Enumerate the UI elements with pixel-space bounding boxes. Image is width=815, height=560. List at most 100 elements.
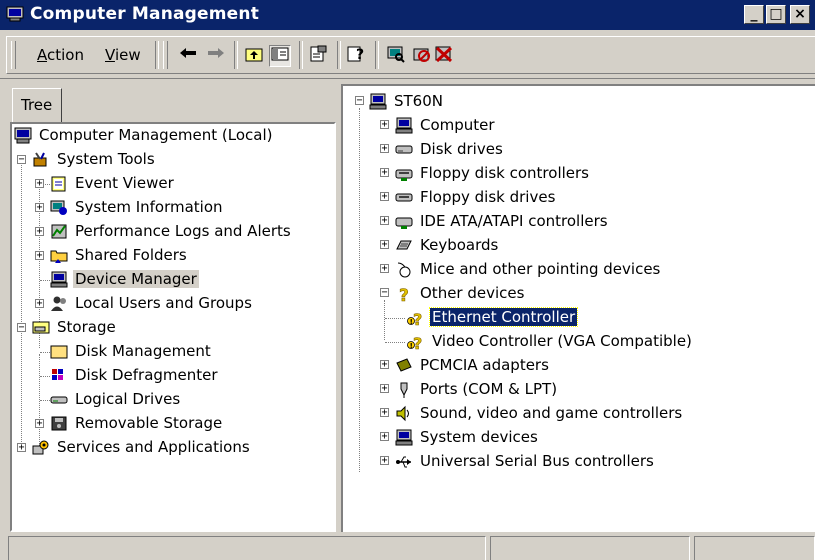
- expand-toggle[interactable]: +: [35, 203, 44, 213]
- device-category-ide-controllers[interactable]: IDE ATA/ATAPI controllers: [395, 210, 610, 232]
- system-devices-icon: [395, 429, 413, 446]
- disable-device-icon[interactable]: [411, 45, 433, 67]
- expand-toggle[interactable]: +: [35, 251, 44, 261]
- toolbar-grip[interactable]: [11, 41, 16, 69]
- sound-icon: [396, 405, 409, 422]
- forward-icon[interactable]: [205, 45, 227, 67]
- keyboard-icon: [396, 240, 412, 250]
- status-panel-main: [8, 536, 486, 560]
- maximize-button[interactable]: □: [766, 5, 786, 24]
- device-category-pcmcia[interactable]: PCMCIA adapters: [395, 354, 551, 376]
- device-category-mice[interactable]: Mice and other pointing devices: [395, 258, 662, 280]
- toolbar-separator: [337, 41, 341, 69]
- device-tree-root[interactable]: ST60N: [369, 90, 445, 112]
- collapse-toggle[interactable]: −: [17, 323, 26, 333]
- left-pane: Tree Computer Management (Local) − Syste…: [10, 84, 336, 532]
- collapse-toggle[interactable]: −: [17, 155, 26, 165]
- tree-node-event-viewer[interactable]: Event Viewer: [50, 172, 176, 194]
- expand-toggle[interactable]: +: [380, 264, 389, 274]
- device-category-floppy-controllers[interactable]: Floppy disk controllers: [395, 162, 591, 184]
- floppy-controller-icon: [395, 169, 413, 181]
- expand-toggle[interactable]: +: [380, 144, 389, 154]
- tree-node-local-users[interactable]: Local Users and Groups: [50, 292, 254, 314]
- collapse-toggle[interactable]: −: [355, 96, 364, 106]
- computer-icon: [14, 127, 32, 144]
- svg-text:?: ?: [413, 334, 422, 350]
- tree-node-services-applications[interactable]: Services and Applications: [32, 436, 252, 458]
- expand-toggle[interactable]: +: [35, 419, 44, 429]
- help-icon[interactable]: ?: [345, 45, 367, 67]
- collapse-toggle[interactable]: −: [380, 288, 389, 298]
- tree-line: [359, 108, 360, 472]
- computer-icon: [369, 93, 387, 110]
- menu-action[interactable]: Action: [37, 46, 84, 64]
- expand-toggle[interactable]: +: [35, 179, 44, 189]
- tree-node-performance-logs[interactable]: Performance Logs and Alerts: [50, 220, 293, 242]
- toolbar: Action View ?: [0, 30, 815, 79]
- tree-node-disk-management[interactable]: Disk Management: [50, 340, 213, 362]
- device-category-other-devices[interactable]: ? Other devices: [395, 282, 526, 304]
- device-video-controller[interactable]: ?! Video Controller (VGA Compatible): [407, 330, 694, 352]
- expand-toggle[interactable]: +: [17, 443, 26, 453]
- device-category-disk-drives[interactable]: Disk drives: [395, 138, 505, 160]
- device-category-ports[interactable]: Ports (COM & LPT): [395, 378, 559, 400]
- tree-node-device-manager[interactable]: Device Manager: [50, 268, 199, 290]
- expand-toggle[interactable]: +: [380, 192, 389, 202]
- port-icon: [400, 382, 408, 398]
- expand-toggle[interactable]: +: [380, 168, 389, 178]
- device-category-floppy-drives[interactable]: Floppy disk drives: [395, 186, 557, 208]
- shared-folders-icon: [50, 250, 68, 263]
- expand-toggle[interactable]: +: [380, 120, 389, 130]
- properties-icon[interactable]: [307, 45, 329, 67]
- tree-node-system-tools[interactable]: System Tools: [32, 148, 157, 170]
- expand-toggle[interactable]: +: [380, 360, 389, 370]
- tree-node-system-information[interactable]: System Information: [50, 196, 225, 218]
- minimize-button[interactable]: _: [744, 5, 764, 24]
- expand-toggle[interactable]: +: [380, 408, 389, 418]
- event-viewer-icon: [51, 176, 66, 192]
- scan-hardware-icon[interactable]: [385, 45, 407, 67]
- expand-toggle[interactable]: +: [380, 216, 389, 226]
- tree-node-storage[interactable]: Storage: [32, 316, 118, 338]
- tree-line: [40, 352, 50, 353]
- uninstall-device-icon[interactable]: [433, 45, 455, 67]
- tree-node-logical-drives[interactable]: Logical Drives: [50, 388, 182, 410]
- toolbar-separator: [155, 41, 159, 69]
- device-category-sound[interactable]: Sound, video and game controllers: [395, 402, 684, 424]
- toolbar-separator: [375, 41, 379, 69]
- back-icon[interactable]: [177, 45, 199, 67]
- tree-line: [40, 400, 50, 401]
- storage-icon: [32, 321, 50, 334]
- tree-node-shared-folders[interactable]: Shared Folders: [50, 244, 189, 266]
- device-category-system-devices[interactable]: System devices: [395, 426, 540, 448]
- tree-node-removable-storage[interactable]: Removable Storage: [50, 412, 224, 434]
- title-bar[interactable]: Computer Management _ □ ×: [0, 0, 815, 30]
- usb-icon: [396, 456, 411, 468]
- floppy-drive-icon: [395, 193, 413, 202]
- expand-toggle[interactable]: +: [35, 227, 44, 237]
- device-category-keyboards[interactable]: Keyboards: [395, 234, 500, 256]
- expand-toggle[interactable]: +: [380, 240, 389, 250]
- toolbar-separator: [299, 41, 303, 69]
- toolbar-grip[interactable]: [163, 41, 168, 69]
- tree-node-disk-defragmenter[interactable]: Disk Defragmenter: [50, 364, 220, 386]
- unknown-device-icon: ?: [399, 286, 409, 302]
- tree-line: [385, 342, 405, 343]
- tab-tree[interactable]: Tree: [12, 88, 62, 122]
- console-tree[interactable]: Computer Management (Local) − System Too…: [10, 122, 336, 532]
- menu-view[interactable]: View: [105, 46, 141, 64]
- show-hide-tree-icon[interactable]: [269, 45, 291, 67]
- svg-text:?: ?: [399, 286, 409, 302]
- close-button[interactable]: ×: [790, 5, 810, 24]
- device-category-computer[interactable]: Computer: [395, 114, 497, 136]
- expand-toggle[interactable]: +: [380, 432, 389, 442]
- tree-node-computer-management[interactable]: Computer Management (Local): [14, 124, 275, 146]
- expand-toggle[interactable]: +: [380, 384, 389, 394]
- device-tree-pane[interactable]: − ST60N + Computer + Disk drives + Flopp…: [341, 84, 815, 532]
- expand-toggle[interactable]: +: [380, 456, 389, 466]
- device-ethernet-controller[interactable]: ?! Ethernet Controller: [407, 306, 579, 328]
- expand-toggle[interactable]: +: [35, 299, 44, 309]
- device-category-usb[interactable]: Universal Serial Bus controllers: [395, 450, 656, 472]
- computer-icon: [395, 117, 413, 134]
- up-one-level-icon[interactable]: [243, 45, 265, 67]
